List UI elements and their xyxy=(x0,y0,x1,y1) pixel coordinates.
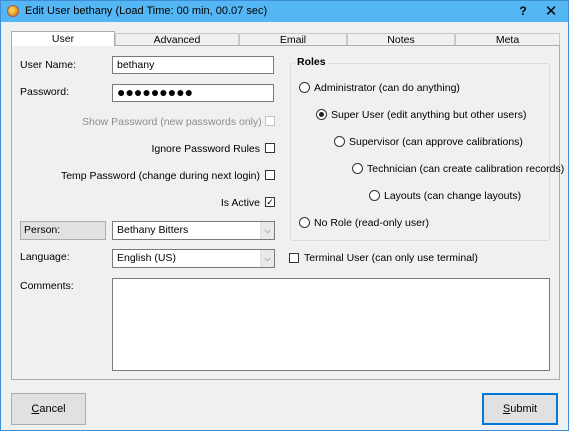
role-supervisor-label: Supervisor (can approve calibrations) xyxy=(349,136,523,148)
role-administrator-label: Administrator (can do anything) xyxy=(314,82,460,94)
role-layouts-label: Layouts (can change layouts) xyxy=(384,190,522,202)
role-technician-radio[interactable] xyxy=(352,163,363,174)
window-title: Edit User bethany (Load Time: 00 min, 00… xyxy=(25,5,268,17)
temp-password-checkbox[interactable] xyxy=(265,170,275,180)
language-select[interactable]: English (US) ⌵ xyxy=(112,249,275,268)
role-layouts-radio[interactable] xyxy=(369,190,380,201)
chevron-down-icon[interactable]: ⌵ xyxy=(260,222,274,239)
role-administrator-radio[interactable] xyxy=(299,82,310,93)
terminal-user-label: Terminal User (can only use terminal) xyxy=(304,252,478,264)
tab-strip: User Advanced Email Notes Meta xyxy=(11,31,560,46)
terminal-user-checkbox[interactable] xyxy=(289,253,299,263)
show-password-checkbox[interactable] xyxy=(265,116,275,126)
username-label: User Name: xyxy=(20,59,77,71)
language-label: Language: xyxy=(20,251,70,263)
submit-button[interactable]: Submit xyxy=(482,393,558,425)
roles-title: Roles xyxy=(295,56,328,68)
tab-user[interactable]: User xyxy=(11,31,115,46)
comments-label: Comments: xyxy=(20,280,74,292)
language-value: English (US) xyxy=(117,252,176,264)
person-button[interactable]: Person: xyxy=(20,221,106,240)
password-label: Password: xyxy=(20,86,70,98)
person-select[interactable]: Bethany Bitters ⌵ xyxy=(112,221,275,240)
is-active-checkbox[interactable]: ✓ xyxy=(265,197,275,207)
role-supervisor-radio[interactable] xyxy=(334,136,345,147)
role-technician-label: Technician (can create calibration recor… xyxy=(367,163,565,175)
role-no-role-radio[interactable] xyxy=(299,217,310,228)
role-super-user-radio[interactable] xyxy=(316,109,327,120)
help-button[interactable]: ? xyxy=(515,3,531,20)
chevron-down-icon[interactable]: ⌵ xyxy=(260,250,274,267)
person-value: Bethany Bitters xyxy=(117,224,189,236)
password-input[interactable]: ●●●●●●●●● xyxy=(112,84,274,102)
show-password-label: Show Password (new passwords only) xyxy=(82,116,262,128)
cancel-button[interactable]: Cancel xyxy=(11,393,86,425)
role-no-role-label: No Role (read-only user) xyxy=(314,217,429,229)
username-input[interactable]: bethany xyxy=(112,56,274,74)
is-active-label: Is Active xyxy=(220,197,260,209)
temp-password-label: Temp Password (change during next login) xyxy=(60,170,260,182)
ignore-rules-checkbox[interactable] xyxy=(265,143,275,153)
title-bar: Edit User bethany (Load Time: 00 min, 00… xyxy=(1,1,568,22)
comments-textarea[interactable] xyxy=(112,278,550,371)
edit-user-window: Edit User bethany (Load Time: 00 min, 00… xyxy=(0,0,569,431)
app-icon xyxy=(7,5,19,17)
role-super-user-label: Super User (edit anything but other user… xyxy=(331,109,527,121)
user-tab-panel: User Name: bethany Password: ●●●●●●●●● S… xyxy=(11,45,564,380)
close-icon[interactable]: ✕ xyxy=(541,2,561,21)
ignore-rules-label: Ignore Password Rules xyxy=(151,143,260,155)
